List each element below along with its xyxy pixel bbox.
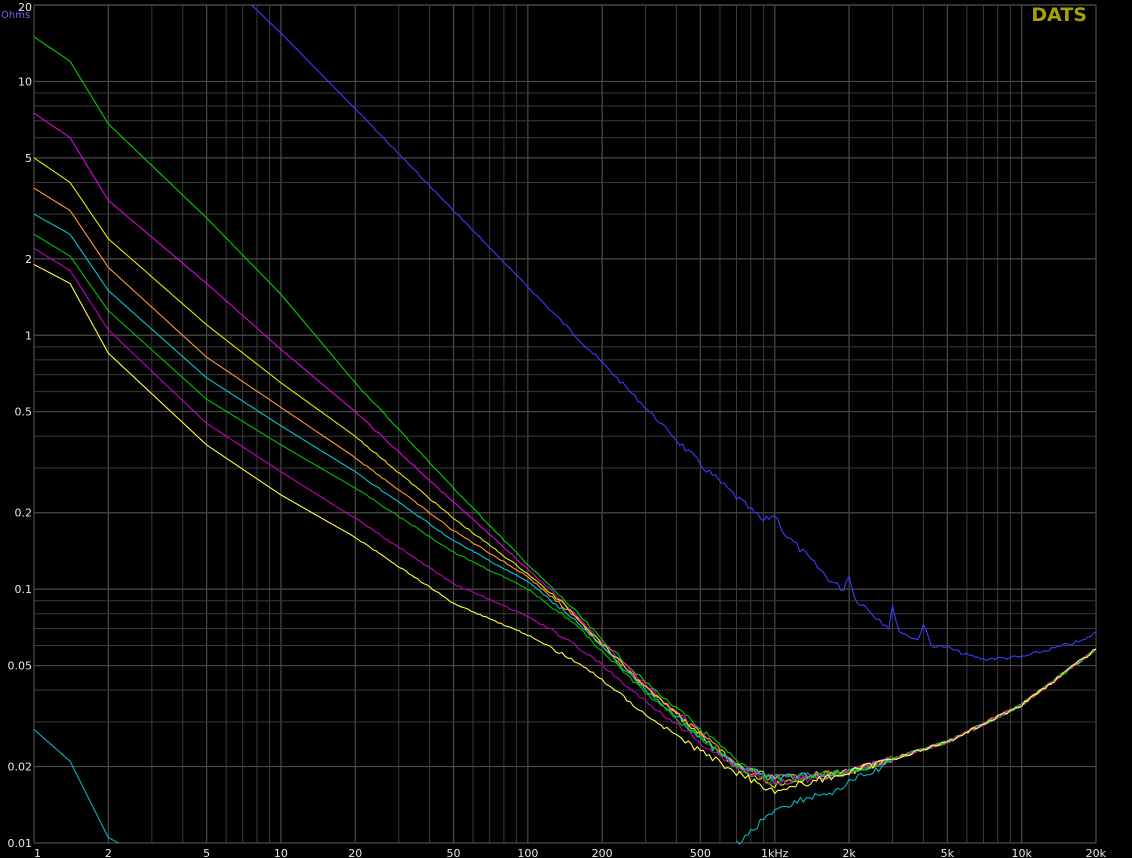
y-tick-label: 0.01 [8,837,33,850]
y-tick-label: 10 [18,75,32,88]
y-axis-unit-label: Ohms [1,10,30,21]
x-tick-label: 1kHz [761,847,789,858]
x-tick-label: 1 [34,847,41,858]
x-tick-label: 10 [274,847,288,858]
x-tick-label: 100 [517,847,538,858]
x-tick-label: 2 [105,847,112,858]
x-tick-label: 20k [1086,847,1107,858]
brand-label: DATS [1031,4,1087,26]
x-tick-label: 20 [348,847,362,858]
x-tick-label: 5 [203,847,210,858]
x-tick-label: 50 [447,847,461,858]
x-tick-label: 500 [690,847,711,858]
y-tick-label: 0.05 [8,660,33,673]
y-tick-label: 0.2 [15,507,33,520]
y-tick-label: 0.1 [15,583,33,596]
y-tick-label: 2 [25,253,32,266]
plot-background [0,0,1132,858]
y-tick-label: 0.02 [8,761,33,774]
impedance-chart: 1 2 5 10 20 50 100 200 500 1kHz 2k 5k 10k 20k 2010521… [0,0,1132,858]
y-tick-label: 5 [25,152,32,165]
x-tick-label: 2k [842,847,856,858]
x-tick-label: 5k [941,847,955,858]
x-tick-label: 10k [1011,847,1032,858]
y-tick-label: 1 [25,329,32,342]
y-tick-label: 0.5 [15,406,33,419]
x-tick-label: 200 [592,847,613,858]
